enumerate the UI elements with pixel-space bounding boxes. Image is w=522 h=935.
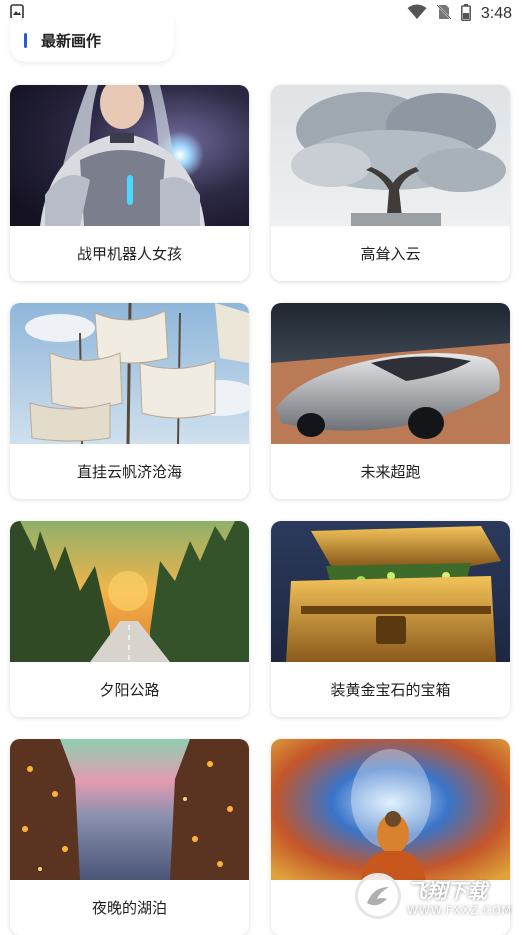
wifi-icon bbox=[407, 4, 427, 24]
artwork-card[interactable]: 装黄金宝石的宝箱 bbox=[271, 521, 510, 717]
clock-time: 3:48 bbox=[480, 5, 512, 22]
watermark-logo-icon bbox=[355, 873, 401, 919]
artwork-title: 直挂云帆济沧海 bbox=[76, 463, 182, 481]
watermark-title: 飞翔下载 bbox=[407, 879, 487, 903]
artwork-title: 战甲机器人女孩 bbox=[76, 245, 182, 263]
page-title: 最新画作 bbox=[41, 31, 102, 50]
artwork-card[interactable]: 夜晚的湖泊 bbox=[10, 739, 249, 935]
artwork-title: 装黄金宝石的宝箱 bbox=[330, 681, 451, 699]
artwork-image-night-lake bbox=[10, 739, 249, 880]
artwork-card[interactable]: 高耸入云 bbox=[271, 85, 510, 281]
watermark: 飞翔下载 WWW.FXXZ.COM bbox=[355, 868, 515, 924]
artwork-card[interactable]: 夕阳公路 bbox=[10, 521, 249, 717]
artwork-card[interactable]: 未来超跑 bbox=[271, 303, 510, 499]
artwork-image-sunset-road bbox=[10, 521, 249, 662]
no-sim-icon bbox=[436, 4, 452, 24]
artwork-grid: 战甲机器人女孩 高耸入云 直挂云帆济沧海 未来超跑 夕阳公路 装黄金宝石的宝箱 … bbox=[10, 85, 512, 935]
artwork-card[interactable]: 战甲机器人女孩 bbox=[10, 85, 249, 281]
artwork-card[interactable]: 直挂云帆济沧海 bbox=[10, 303, 249, 499]
artwork-image-tree bbox=[271, 85, 510, 226]
artwork-title: 高耸入云 bbox=[360, 245, 421, 263]
artwork-image-ship bbox=[10, 303, 249, 444]
artwork-title: 未来超跑 bbox=[360, 463, 421, 481]
artwork-image-robot-girl bbox=[10, 85, 249, 226]
artwork-title: 夕阳公路 bbox=[99, 681, 160, 699]
artwork-image-supercar bbox=[271, 303, 510, 444]
header-accent-bar bbox=[24, 32, 27, 48]
artwork-title: 夜晚的湖泊 bbox=[91, 899, 167, 917]
battery-icon bbox=[460, 3, 471, 25]
artwork-image-treasure-chest bbox=[271, 521, 510, 662]
artwork-image-buddha bbox=[271, 739, 510, 880]
section-header: 最新画作 bbox=[10, 18, 174, 62]
watermark-url: WWW.FXXZ.COM bbox=[407, 904, 513, 917]
